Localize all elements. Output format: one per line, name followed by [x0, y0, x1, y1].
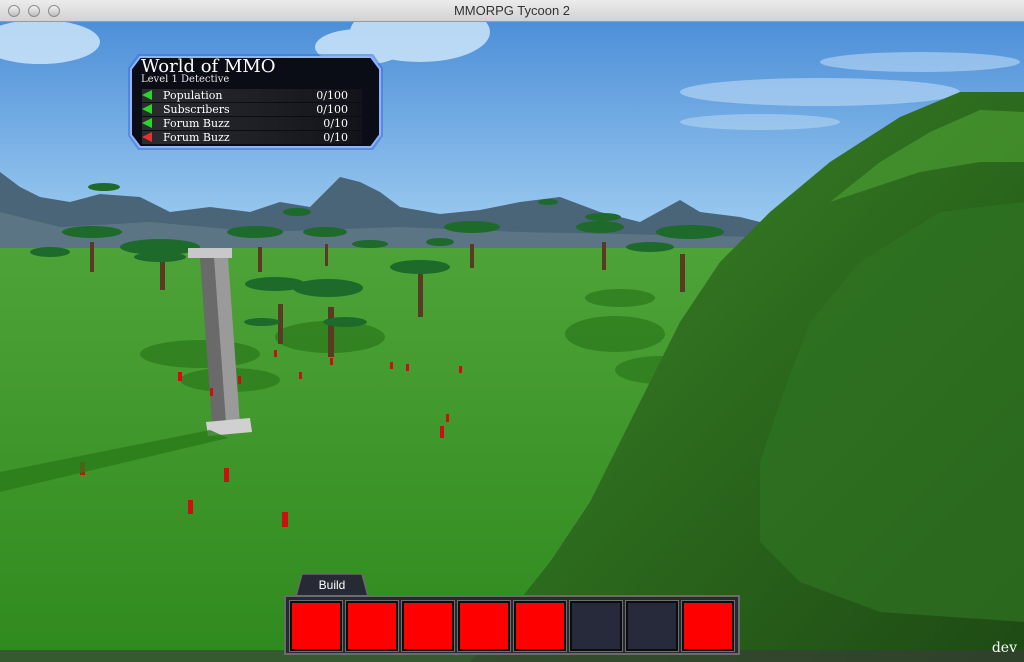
- trend-up-icon: [142, 90, 152, 100]
- stat-row-population: Population 0/100: [142, 89, 362, 102]
- stat-value: 0/100: [316, 103, 348, 116]
- stat-value: 0/10: [323, 131, 348, 144]
- build-toolbar: [284, 595, 740, 655]
- build-slot-7[interactable]: [625, 600, 679, 652]
- stat-name: Forum Buzz: [163, 117, 230, 130]
- stat-value: 0/100: [316, 89, 348, 102]
- build-slot-5[interactable]: [513, 600, 567, 652]
- build-slot-2[interactable]: [345, 600, 399, 652]
- stat-value: 0/10: [323, 117, 348, 130]
- level-label: Level 1 Detective: [141, 74, 230, 85]
- build-slot-1[interactable]: [289, 600, 343, 652]
- build-slot-8[interactable]: [681, 600, 735, 652]
- title-bar: MMORPG Tycoon 2: [0, 0, 1024, 22]
- build-slot-4[interactable]: [457, 600, 511, 652]
- world-stats-panel: World of MMO Level 1 Detective Populatio…: [128, 54, 383, 150]
- stat-name: Forum Buzz: [163, 131, 230, 144]
- stat-name: Subscribers: [163, 103, 230, 116]
- game-window: MMORPG Tycoon 2 World of MMO Level 1 Det…: [0, 0, 1024, 662]
- stat-row-forum-buzz: Forum Buzz 0/10: [142, 117, 362, 130]
- stat-row-forum-buzz-negative: Forum Buzz 0/10: [142, 131, 362, 144]
- build-slot-3[interactable]: [401, 600, 455, 652]
- build-slot-6[interactable]: [569, 600, 623, 652]
- build-tab[interactable]: Build: [296, 574, 368, 596]
- dev-label: dev: [991, 640, 1017, 656]
- window-title: MMORPG Tycoon 2: [453, 3, 571, 18]
- build-tab-label: Build: [318, 578, 346, 592]
- trend-up-icon: [142, 118, 152, 128]
- trend-up-icon: [142, 104, 152, 114]
- stat-name: Population: [163, 89, 223, 102]
- trend-down-icon: [142, 132, 152, 142]
- stat-row-subscribers: Subscribers 0/100: [142, 103, 362, 116]
